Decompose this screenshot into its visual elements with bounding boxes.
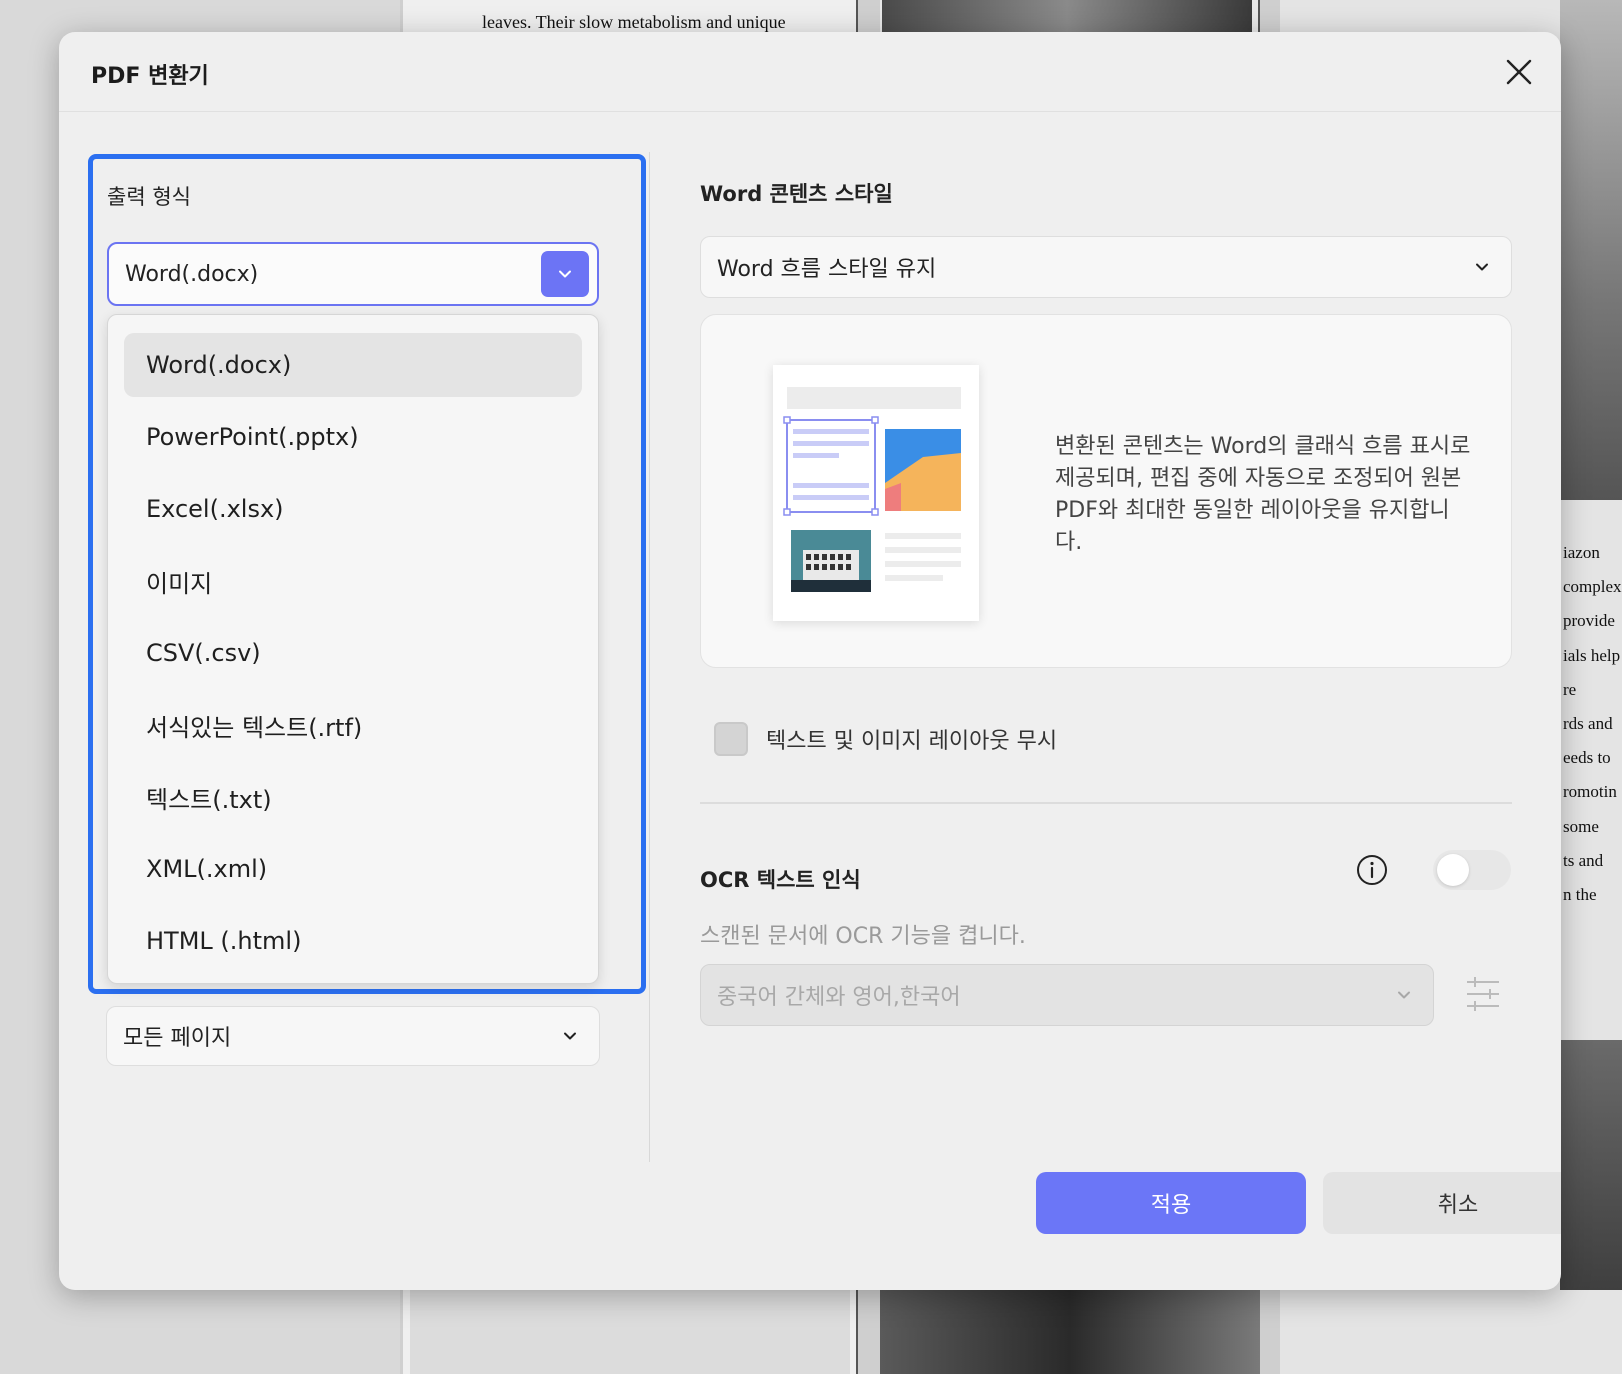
ocr-settings-button[interactable] bbox=[1463, 974, 1503, 1014]
output-format-select[interactable]: Word(.docx) bbox=[107, 242, 599, 306]
dialog-header: PDF 변환기 bbox=[59, 32, 1561, 112]
ocr-info-button[interactable] bbox=[1355, 853, 1389, 887]
close-icon bbox=[1506, 59, 1532, 85]
ignore-layout-label: 텍스트 및 이미지 레이아웃 무시 bbox=[766, 729, 1058, 754]
page-range-select[interactable]: 모든 페이지 bbox=[106, 1006, 600, 1066]
background-photo bbox=[1560, 0, 1622, 500]
background-photo bbox=[882, 0, 1252, 32]
format-option-powerpoint[interactable]: PowerPoint(.pptx) bbox=[124, 405, 582, 469]
word-style-selected-value: Word 흐름 스타일 유지 bbox=[717, 257, 937, 282]
background-text-line: romotin bbox=[1563, 782, 1617, 802]
background-text-line: ials help bbox=[1563, 645, 1621, 665]
cancel-button[interactable]: 취소 bbox=[1323, 1172, 1561, 1234]
chevron-down-icon bbox=[564, 1032, 576, 1040]
background-text-line: rds and bbox=[1563, 713, 1613, 733]
output-format-dropdown-button[interactable] bbox=[541, 251, 589, 297]
column-divider bbox=[649, 152, 650, 1162]
format-option-xml[interactable]: XML(.xml) bbox=[124, 837, 582, 901]
format-option-html[interactable]: HTML (.html) bbox=[124, 909, 582, 973]
word-style-label: Word 콘텐츠 스타일 bbox=[700, 182, 893, 206]
sliders-icon bbox=[1467, 977, 1499, 1011]
info-icon bbox=[1357, 855, 1387, 885]
background-text-line: complex bbox=[1563, 577, 1622, 597]
apply-button[interactable]: 적용 bbox=[1036, 1172, 1306, 1234]
background-text-line: ts and bbox=[1563, 850, 1604, 870]
section-divider bbox=[700, 802, 1512, 804]
document-preview-illustration bbox=[773, 365, 979, 621]
background-text-line: some bbox=[1563, 816, 1599, 836]
document-layout-icon bbox=[783, 387, 961, 592]
dialog-title: PDF 변환기 bbox=[91, 64, 209, 89]
background-text-line: re bbox=[1563, 679, 1577, 699]
format-option-csv[interactable]: CSV(.csv) bbox=[124, 621, 582, 685]
ocr-label: OCR 텍스트 인식 bbox=[700, 868, 861, 892]
close-button[interactable] bbox=[1501, 54, 1537, 90]
background-photo bbox=[1560, 1040, 1622, 1290]
format-option-word[interactable]: Word(.docx) bbox=[124, 333, 582, 397]
output-format-panel: 출력 형식 Word(.docx) Word(.docx) PowerPoint… bbox=[88, 154, 646, 994]
ocr-description: 스캔된 문서에 OCR 기능을 켭니다. bbox=[700, 924, 1026, 949]
background-text: leaves. Their slow metabolism and unique bbox=[482, 12, 786, 32]
word-style-description: 변환된 콘텐츠는 Word의 클래식 흐름 표시로 제공되며, 편집 중에 자동… bbox=[1055, 434, 1471, 555]
word-style-select[interactable]: Word 흐름 스타일 유지 bbox=[700, 236, 1512, 298]
background-photo bbox=[410, 1290, 850, 1374]
ocr-toggle[interactable] bbox=[1433, 850, 1511, 890]
background-text-line: iazon bbox=[1563, 543, 1600, 562]
ocr-language-selected-value: 중국어 간체와 영어,한국어 bbox=[717, 985, 961, 1010]
background-text-line: n the bbox=[1563, 884, 1597, 904]
background-photo bbox=[880, 1290, 1260, 1374]
ignore-layout-option[interactable]: 텍스트 및 이미지 레이아웃 무시 bbox=[714, 722, 1057, 756]
format-option-txt[interactable]: 텍스트(.txt) bbox=[124, 765, 582, 829]
format-option-excel[interactable]: Excel(.xlsx) bbox=[124, 477, 582, 541]
toggle-knob bbox=[1437, 854, 1469, 886]
chevron-down-icon bbox=[559, 270, 571, 278]
format-option-rtf[interactable]: 서식있는 텍스트(.rtf) bbox=[124, 693, 582, 757]
ignore-layout-checkbox[interactable] bbox=[714, 722, 748, 756]
format-option-image[interactable]: 이미지 bbox=[124, 549, 582, 613]
pdf-converter-dialog: PDF 변환기 출력 형식 Word(.docx) Word(.docx) Po… bbox=[59, 32, 1561, 1290]
background-text-line: eeds to bbox=[1563, 748, 1611, 768]
background-text-line: provide bbox=[1563, 611, 1615, 631]
output-format-label: 출력 형식 bbox=[107, 185, 191, 209]
ocr-language-select[interactable]: 중국어 간체와 영어,한국어 bbox=[700, 964, 1434, 1026]
word-style-preview-card: 변환된 콘텐츠는 Word의 클래식 흐름 표시로 제공되며, 편집 중에 자동… bbox=[700, 314, 1512, 668]
page-range-selected-value: 모든 페이지 bbox=[123, 1026, 232, 1051]
output-format-selected-value: Word(.docx) bbox=[125, 261, 259, 287]
background-side-text: iazon complex provide ials help re rds a… bbox=[1563, 536, 1622, 912]
chevron-down-icon bbox=[1398, 991, 1410, 999]
output-format-dropdown-list: Word(.docx) PowerPoint(.pptx) Excel(.xls… bbox=[107, 314, 599, 984]
chevron-down-icon bbox=[1476, 263, 1488, 271]
